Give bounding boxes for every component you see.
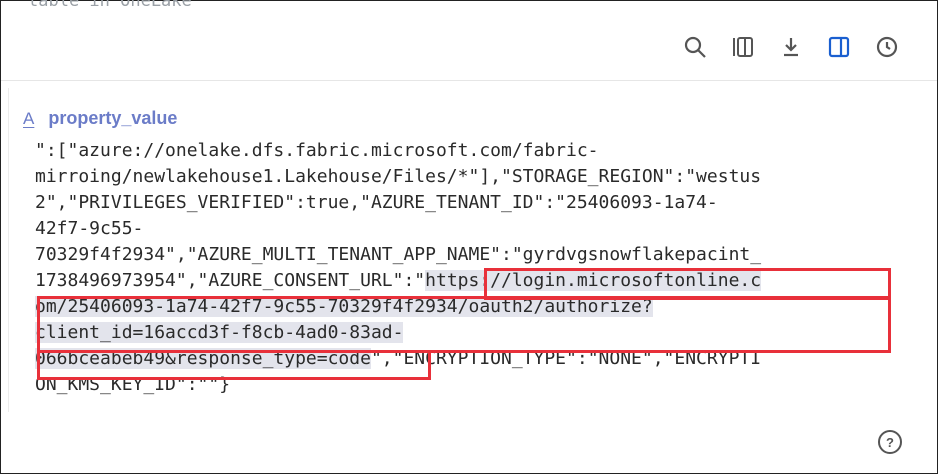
column-name: property_value <box>48 108 178 128</box>
download-icon <box>784 38 798 57</box>
search-icon <box>684 36 706 58</box>
download-button[interactable] <box>776 32 806 62</box>
value-segment: 1738496973954","AZURE_CONSENT_URL":" <box>35 270 426 291</box>
side-panel-button[interactable] <box>824 32 854 62</box>
value-line: 70329f4f2934","AZURE_MULTI_TENANT_APP_NA… <box>35 244 762 265</box>
side-panel-icon <box>828 36 850 58</box>
text-type-icon: A <box>23 108 35 128</box>
toolbar <box>680 32 902 62</box>
columns-icon <box>733 37 753 57</box>
columns-button[interactable] <box>728 32 758 62</box>
value-line: 2","PRIVILEGES_VERIFIED":true,"AZURE_TEN… <box>35 192 718 213</box>
highlight-box-lines2-3 <box>37 296 891 353</box>
value-line: ":["azure://onelake.dfs.fabric.microsoft… <box>35 140 599 161</box>
history-icon <box>876 36 898 58</box>
value-line: mirroing/newlakehouse1.Lakehouse/Files/*… <box>35 166 762 187</box>
search-button[interactable] <box>680 32 710 62</box>
toolbar-divider <box>1 80 937 81</box>
column-header: A property_value <box>23 108 177 129</box>
history-button[interactable] <box>872 32 902 62</box>
highlight-box-line4 <box>37 350 431 380</box>
top-caption: table in OneLake <box>28 0 192 11</box>
help-icon[interactable]: ? <box>878 430 902 454</box>
value-line: 42f7-9c55- <box>35 218 144 239</box>
